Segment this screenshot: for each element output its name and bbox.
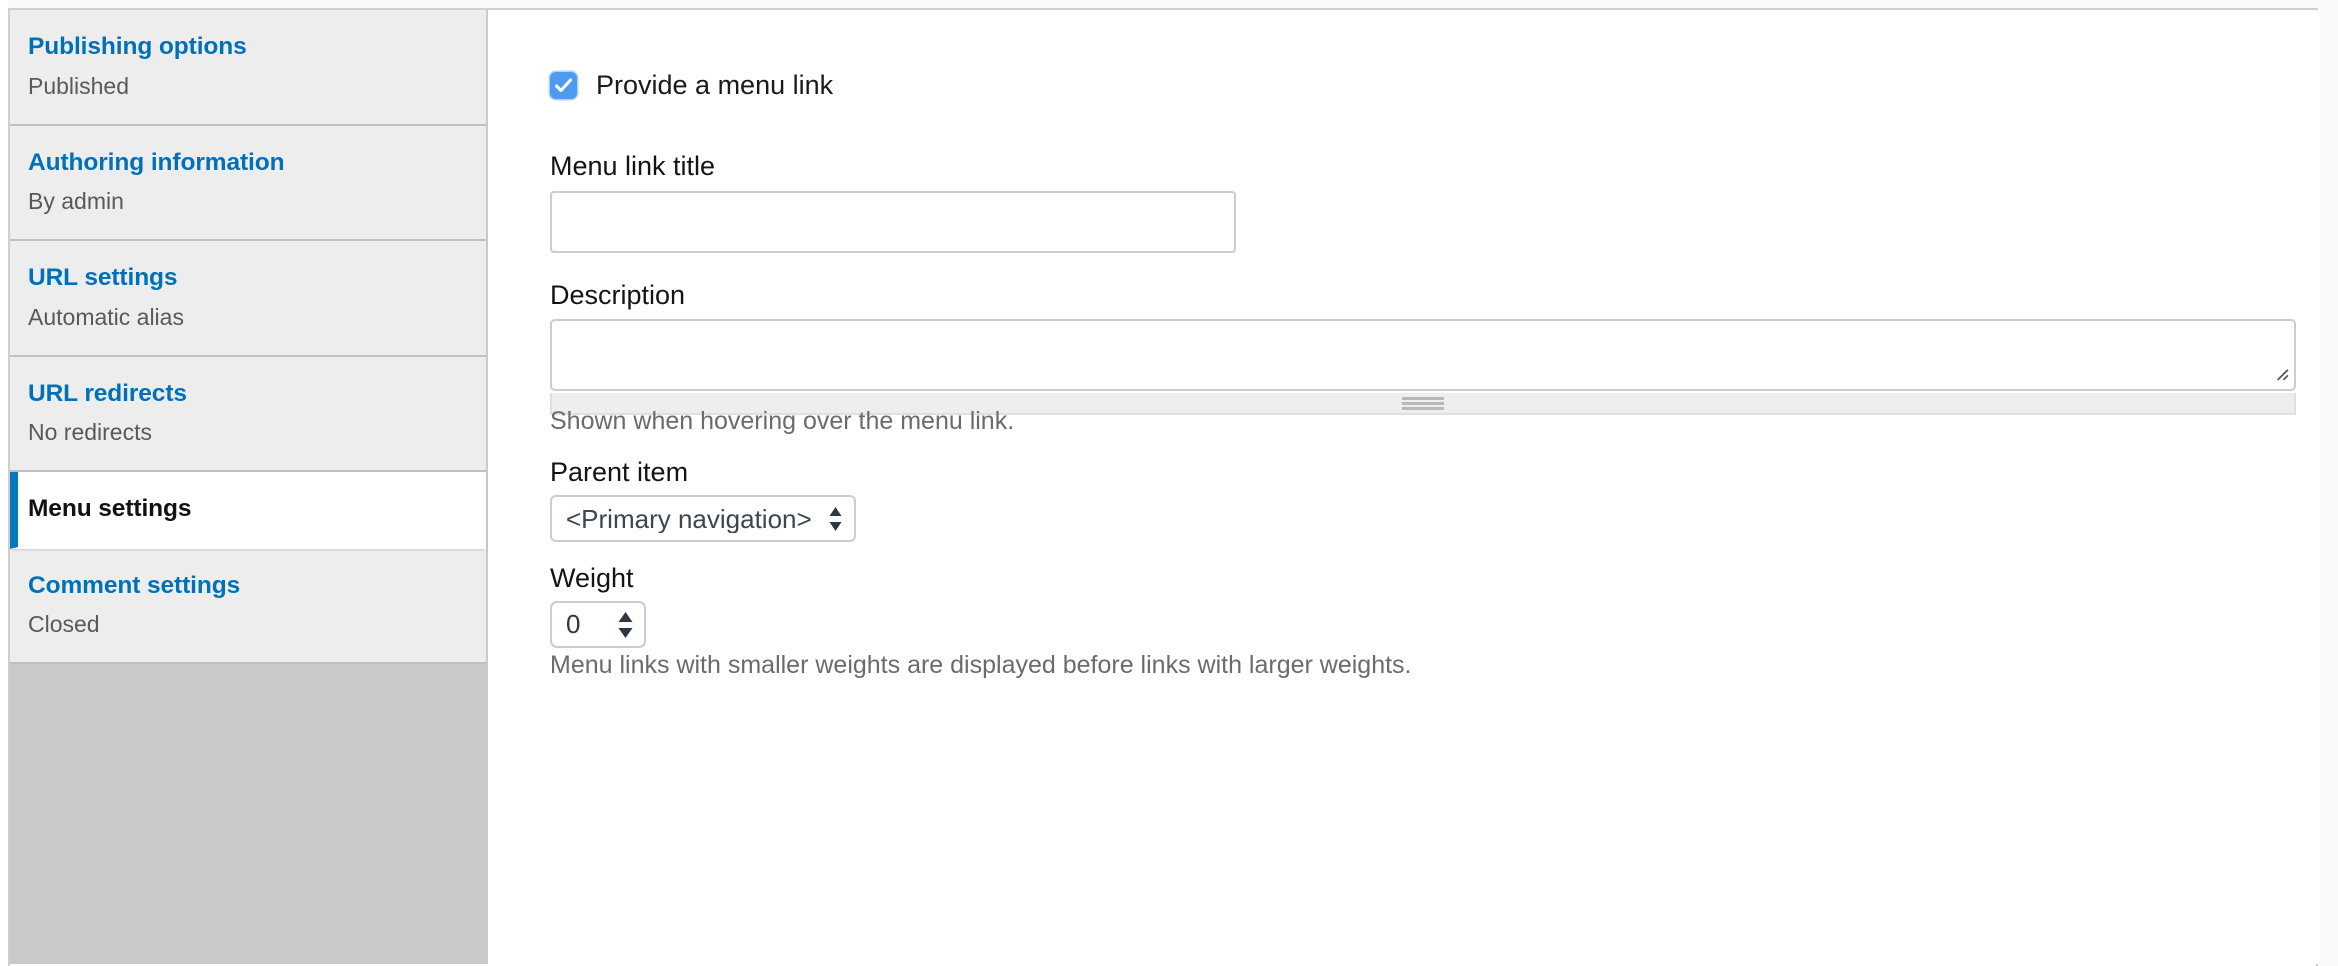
sidebar-item-title: URL redirects: [28, 379, 187, 407]
weight-help-text: Menu links with smaller weights are disp…: [550, 651, 1412, 679]
sidebar-item-summary: Automatic alias: [28, 303, 184, 330]
parent-item-label: Parent item: [550, 457, 689, 487]
menu-settings-pane: Provide a menu link Menu link title Desc…: [492, 10, 2318, 964]
menu-link-title-label: Menu link title: [550, 151, 716, 181]
sidebar-item-summary: No redirects: [28, 419, 152, 446]
vertical-tabs-sidebar: Publishing options Published Authoring i…: [10, 10, 488, 964]
menu-link-title-input[interactable]: [550, 191, 1236, 253]
weight-input-wrapper: [550, 601, 646, 648]
sidebar-item-publishing-options[interactable]: Publishing options Published: [10, 10, 486, 126]
sidebar-item-summary: Published: [28, 72, 130, 99]
description-textarea-wrapper: [550, 319, 2296, 415]
sidebar-item-title: Menu settings: [28, 495, 192, 523]
sidebar-item-authoring-information[interactable]: Authoring information By admin: [10, 125, 486, 242]
description-textarea[interactable]: [550, 319, 2296, 391]
sidebar-item-title: Publishing options: [28, 33, 247, 60]
sidebar-item-summary: Closed: [28, 611, 100, 638]
sidebar-item-url-redirects[interactable]: URL redirects No redirects: [10, 356, 486, 473]
weight-input[interactable]: [550, 601, 646, 648]
sidebar-item-menu-settings[interactable]: Menu settings: [10, 472, 486, 549]
sidebar-item-comment-settings[interactable]: Comment settings Closed: [10, 548, 486, 665]
checkmark-icon: [554, 78, 573, 93]
top-gutter: [0, 0, 2338, 8]
parent-item-select-wrapper: <Primary navigation>: [550, 495, 856, 542]
sidebar-item-title: Authoring information: [28, 148, 285, 176]
page-root: Publishing options Published Authoring i…: [0, 0, 2338, 966]
grippie-lines-icon: [1402, 396, 1444, 410]
sidebar-item-title: Comment settings: [28, 571, 241, 599]
left-gutter: [0, 0, 8, 966]
provide-menu-link-row[interactable]: Provide a menu link: [550, 72, 833, 99]
provide-menu-link-label: Provide a menu link: [596, 70, 834, 100]
description-label: Description: [550, 280, 686, 310]
sidebar-item-url-settings[interactable]: URL settings Automatic alias: [10, 241, 486, 357]
provide-menu-link-checkbox[interactable]: [550, 72, 577, 99]
sidebar-item-summary: By admin: [28, 188, 124, 215]
weight-label: Weight: [550, 563, 634, 593]
right-gutter: [2320, 0, 2338, 966]
description-help-text: Shown when hovering over the menu link.: [550, 407, 1015, 435]
parent-item-select[interactable]: <Primary navigation>: [550, 495, 856, 542]
sidebar-item-title: URL settings: [28, 264, 178, 292]
